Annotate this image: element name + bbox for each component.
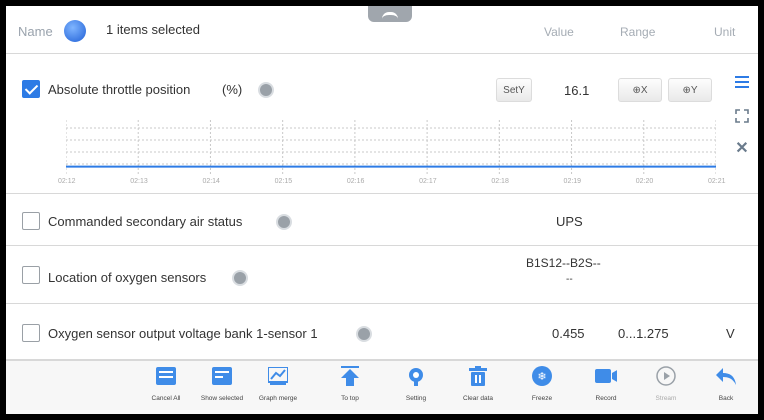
back-button[interactable]: Back — [700, 365, 752, 413]
param-row-oxygen-location[interactable]: Location of oxygen sensors B1S12--B2S-- … — [6, 246, 758, 304]
x-tick-label: 02:12 — [58, 178, 76, 185]
back-label: Back — [718, 395, 734, 402]
param-value: 16.1 — [564, 83, 590, 98]
param-checkbox[interactable] — [22, 266, 40, 284]
graph-merge-button[interactable]: Graph merge — [252, 365, 304, 413]
info-icon[interactable] — [258, 82, 274, 98]
param-value: 0.455 — [552, 326, 585, 341]
clear-data-icon — [467, 365, 489, 387]
graph-merge-label: Graph merge — [258, 395, 298, 402]
param-value: UPS — [556, 214, 583, 229]
unit-column-header: Unit — [714, 25, 736, 39]
x-tick-label: 02:19 — [563, 178, 582, 185]
cancel-all-label: Cancel All — [151, 395, 181, 402]
stream-icon — [655, 365, 677, 387]
bottom-toolbar: Cancel All Show selected Graph merge To … — [6, 360, 758, 414]
param-unit: (%) — [222, 82, 243, 97]
close-graph-icon[interactable]: ✕ — [734, 140, 750, 157]
param-name: Location of oxygen sensors — [48, 270, 207, 285]
menu-icon[interactable] — [734, 74, 750, 90]
range-column-header: Range — [620, 25, 656, 39]
info-icon[interactable] — [356, 326, 372, 342]
name-column-header: Name — [18, 24, 53, 39]
cancel-all-button[interactable]: Cancel All — [140, 365, 192, 413]
x-tick-label: 02:20 — [635, 178, 654, 185]
svg-text:❄: ❄ — [537, 370, 546, 383]
to-top-button[interactable]: To top — [324, 365, 376, 413]
globe-icon[interactable] — [64, 20, 86, 42]
stream-button[interactable]: Stream — [640, 365, 692, 413]
param-unit: V — [726, 326, 735, 341]
param-name: Commanded secondary air status — [48, 214, 243, 229]
record-button[interactable]: Record — [580, 365, 632, 413]
param-range: 0...1.275 — [618, 326, 669, 341]
x-tick-label: 02:16 — [346, 178, 365, 185]
param-checkbox[interactable] — [22, 324, 40, 342]
sety-button[interactable]: SetY — [496, 78, 532, 102]
info-icon[interactable] — [276, 214, 292, 230]
x-tick-label: 02:15 — [274, 178, 293, 185]
app-frame: Name 1 items selected Value Range Unit A… — [6, 6, 758, 414]
back-icon — [715, 365, 737, 387]
param-row-secondary-air[interactable]: Commanded secondary air status UPS — [6, 194, 758, 246]
setting-label: Setting — [405, 395, 427, 402]
clear-data-label: Clear data — [463, 395, 493, 402]
x-tick-label: 02:14 — [202, 178, 220, 185]
param-checkbox[interactable] — [22, 212, 40, 230]
setting-button[interactable]: Setting — [390, 365, 442, 413]
info-icon[interactable] — [232, 270, 248, 286]
throttle-line-chart — [66, 120, 716, 176]
selected-count: 1 items selected — [106, 22, 200, 37]
cancel-all-icon — [155, 365, 177, 387]
expand-icon[interactable] — [734, 108, 750, 124]
param-name: Absolute throttle position — [48, 82, 191, 97]
setting-icon — [405, 365, 427, 387]
x-tick-label: 02:13 — [130, 178, 148, 185]
param-value: B1S12--B2S-- — [526, 256, 601, 270]
to-top-icon — [339, 365, 361, 387]
clear-data-button[interactable]: Clear data — [452, 365, 504, 413]
zoom-y-button[interactable]: ⊕Y — [668, 78, 712, 102]
freeze-label: Freeze — [531, 395, 553, 402]
header-bar: Name 1 items selected Value Range Unit — [6, 6, 758, 54]
stream-label: Stream — [655, 395, 677, 402]
record-icon — [595, 365, 617, 387]
param-row-throttle[interactable]: Absolute throttle position (%) SetY 16.1… — [6, 54, 758, 194]
x-tick-label: 02:21 — [708, 178, 726, 185]
freeze-icon: ❄ — [531, 365, 553, 387]
param-name: Oxygen sensor output voltage bank 1-sens… — [48, 326, 318, 341]
x-tick-label: 02:17 — [419, 178, 437, 185]
param-value-cont: -- — [566, 274, 573, 285]
show-selected-icon — [211, 365, 233, 387]
param-checkbox[interactable] — [22, 80, 40, 98]
param-row-oxygen-voltage[interactable]: Oxygen sensor output voltage bank 1-sens… — [6, 304, 758, 360]
show-selected-label: Show selected — [200, 395, 244, 402]
graph-merge-icon — [267, 365, 289, 387]
x-tick-label: 02:18 — [491, 178, 509, 185]
value-column-header: Value — [544, 25, 574, 39]
freeze-button[interactable]: ❄ Freeze — [516, 365, 568, 413]
show-selected-button[interactable]: Show selected — [196, 365, 248, 413]
collapse-tab-icon[interactable] — [368, 6, 412, 22]
zoom-x-button[interactable]: ⊕X — [618, 78, 662, 102]
to-top-label: To top — [341, 395, 359, 402]
record-label: Record — [595, 395, 617, 402]
